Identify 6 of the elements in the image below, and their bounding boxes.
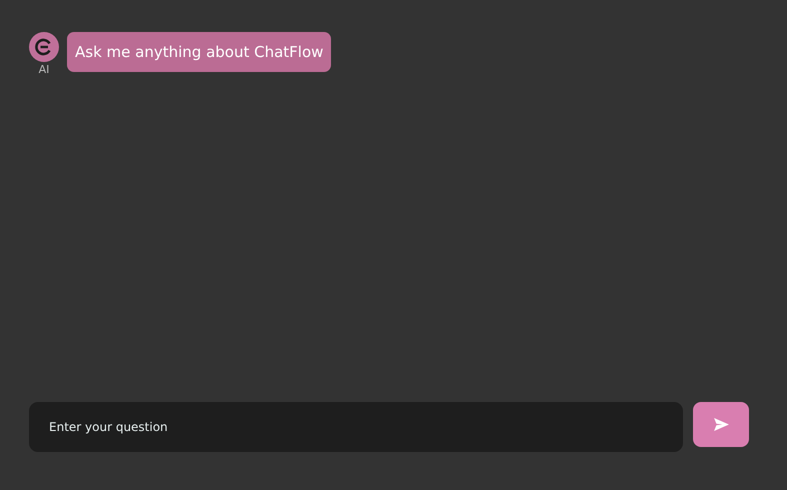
sender-label: AI: [38, 63, 50, 76]
send-button[interactable]: [693, 402, 749, 447]
message-bubble: Ask me anything about ChatFlow: [67, 32, 332, 72]
question-input-field[interactable]: Enter your question: [29, 402, 683, 452]
send-icon: [714, 418, 728, 431]
avatar-icon: [29, 32, 59, 62]
